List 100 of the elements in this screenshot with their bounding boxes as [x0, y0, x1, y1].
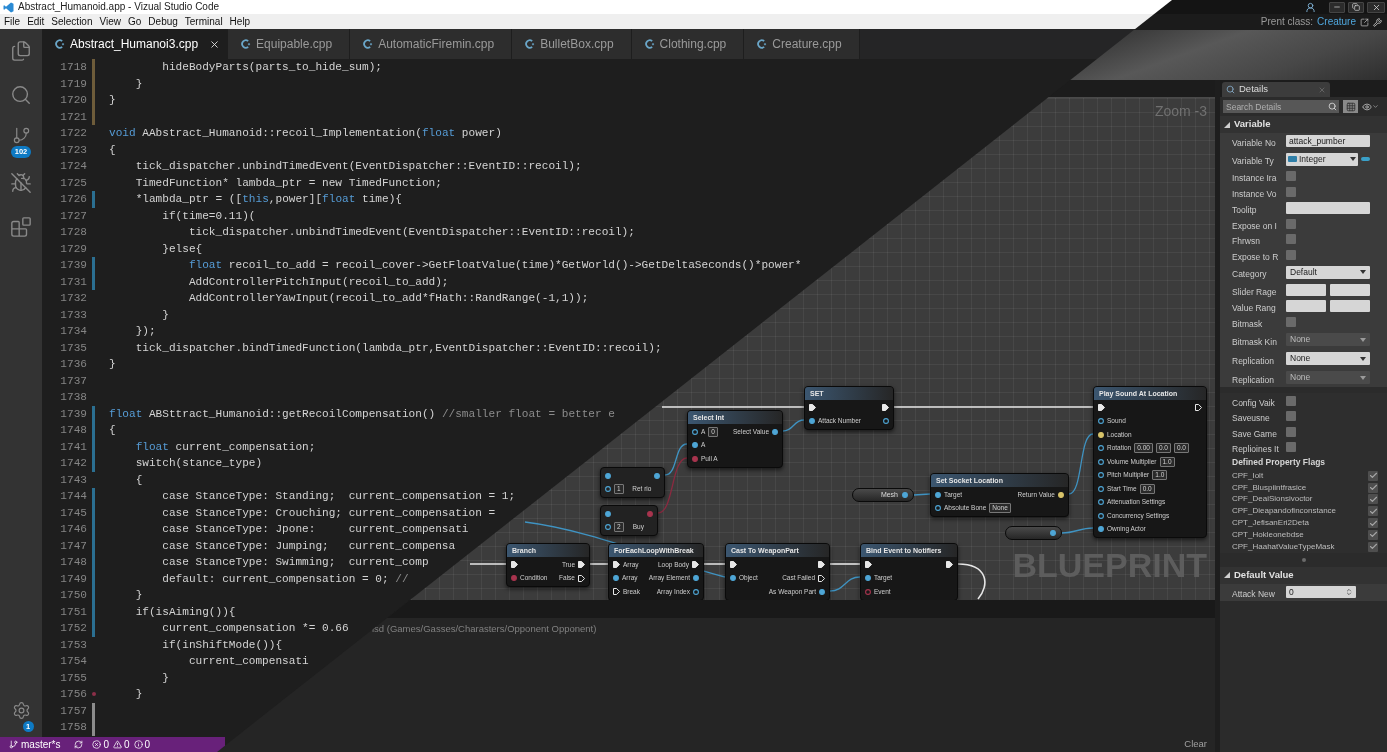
property-label: Category [1232, 269, 1267, 279]
code-line: current_compensati [188, 654, 309, 669]
crossed-bug-icon[interactable] [10, 172, 32, 194]
group-heading: Defined Property Flags [1232, 456, 1326, 469]
checkbox[interactable] [1286, 442, 1296, 453]
range-max-field[interactable] [1330, 283, 1370, 296]
visibility-button[interactable] [1362, 101, 1379, 112]
settings-icon[interactable] [11, 701, 31, 720]
error-count[interactable]: 0 [103, 739, 109, 750]
checkbox[interactable] [1286, 426, 1296, 437]
grid-icon [1345, 101, 1356, 112]
dropdown[interactable]: Default [1286, 265, 1370, 279]
checkbox[interactable] [1286, 395, 1296, 406]
code-line: } [162, 670, 169, 686]
details-tab[interactable]: Details [1222, 82, 1330, 97]
checkbox[interactable] [1286, 317, 1296, 328]
property-label: Config Vaik [1232, 397, 1275, 408]
section-header[interactable]: Default Value [1220, 566, 1387, 584]
cpp-file-icon [363, 39, 374, 49]
menu-item[interactable]: Debug [148, 16, 178, 27]
menu-item[interactable]: Go [128, 16, 142, 27]
editor-tab[interactable]: Equipable.cpp [228, 29, 351, 59]
menu-item[interactable]: Edit [27, 16, 45, 27]
code-line: void AAbstract_Humanoid::recoil_Implementation(float power) [109, 126, 502, 141]
code-line: current_compensation *= 0.66 [162, 621, 349, 636]
text-field[interactable] [1286, 201, 1370, 214]
line-number: 1755 [60, 671, 87, 684]
checkbox[interactable] [1286, 234, 1296, 245]
warning-count[interactable]: 0 [124, 739, 130, 750]
checkbox[interactable] [1368, 506, 1378, 517]
line-number: 1749 [60, 572, 87, 585]
parent-class-link[interactable]: Creature [1317, 17, 1356, 27]
close-icon[interactable] [209, 38, 221, 50]
property-label: Expose on I [1232, 220, 1277, 231]
search-button[interactable] [1326, 100, 1339, 113]
flag-label: CPF_DeaiSionsivoctor [1232, 495, 1313, 504]
data-wire [829, 576, 861, 592]
caret-icon [1360, 375, 1366, 380]
exec-wire [829, 563, 861, 565]
extensions-icon[interactable] [10, 216, 32, 238]
menu-item[interactable]: File [4, 16, 21, 27]
property-label: Value Rang [1232, 303, 1276, 314]
editor-tab[interactable]: AutomaticFiremin.cpp [350, 29, 513, 59]
checkbox[interactable] [1368, 529, 1378, 540]
range-max-field[interactable] [1330, 300, 1370, 313]
wrench-icon[interactable] [1373, 17, 1382, 27]
restore-button[interactable] [1348, 1, 1364, 13]
editor-tab[interactable]: BulletBox.cpp [512, 29, 632, 59]
range-min-field[interactable] [1286, 283, 1326, 296]
line-number: 1738 [60, 391, 87, 403]
caret-icon [1360, 270, 1366, 274]
property-label: Replication [1232, 374, 1275, 385]
branch-icon[interactable] [11, 126, 31, 145]
menu-item[interactable]: View [99, 16, 121, 27]
property-label: Bitmask Kin [1232, 336, 1277, 347]
code-line: TimedFunction* lambda_ptr = new TimedFunction; [135, 175, 442, 191]
checkbox[interactable] [1368, 494, 1378, 505]
checkbox[interactable] [1368, 482, 1378, 493]
editor-tab[interactable]: Clothing.cpp [631, 29, 745, 59]
close-button[interactable] [1367, 1, 1385, 13]
dropdown[interactable]: None [1286, 352, 1370, 365]
data-wire [1061, 527, 1094, 534]
checkbox[interactable] [1368, 541, 1378, 552]
variable-node[interactable] [1005, 526, 1062, 540]
line-number: 1741 [60, 440, 87, 453]
checkbox[interactable] [1286, 218, 1296, 229]
search-field[interactable]: Search Details [1223, 100, 1326, 113]
editor-tab[interactable]: Creature.cpp [744, 29, 860, 59]
line-number: 1754 [60, 655, 87, 667]
search-icon[interactable] [10, 84, 32, 106]
checkbox[interactable] [1286, 171, 1296, 182]
checkbox[interactable] [1368, 518, 1378, 529]
checkbox[interactable] [1286, 411, 1296, 422]
info-count[interactable]: 0 [144, 739, 151, 750]
section-header[interactable]: Variable [1220, 116, 1387, 133]
checkbox[interactable] [1286, 249, 1296, 260]
menu-item[interactable]: Help [229, 16, 251, 27]
checkbox[interactable] [1368, 470, 1378, 481]
external-link-icon[interactable] [1360, 17, 1369, 27]
editor-tab[interactable]: Abstract_Humanoi3.cpp [42, 29, 229, 59]
text-field[interactable]: attack_pumber [1286, 135, 1370, 148]
code-line: float current_compensation; [135, 439, 316, 455]
minimize-button[interactable] [1329, 1, 1345, 13]
code-line: }else{ [162, 241, 203, 257]
type-dropdown[interactable]: Integer [1286, 152, 1358, 166]
files-icon[interactable] [10, 40, 32, 62]
number-field[interactable]: 0 [1286, 586, 1356, 599]
close-icon [1371, 2, 1381, 12]
line-number: 1748 [60, 424, 87, 436]
user-icon[interactable] [1305, 1, 1316, 13]
checkbox[interactable] [1286, 186, 1296, 197]
menu-item[interactable]: Selection [51, 16, 93, 27]
sync-icon[interactable] [74, 740, 84, 749]
grid-view-button[interactable] [1343, 100, 1358, 113]
range-min-field[interactable] [1286, 300, 1326, 313]
menu-item[interactable]: Terminal [184, 16, 223, 27]
branch-name[interactable]: master*s [21, 739, 61, 750]
window-title: Abstract_Humanoid.app - Vizual Studio Code [18, 2, 220, 12]
splitter-handle-icon[interactable] [1301, 557, 1306, 562]
clear-button[interactable]: Clear [1184, 738, 1207, 748]
